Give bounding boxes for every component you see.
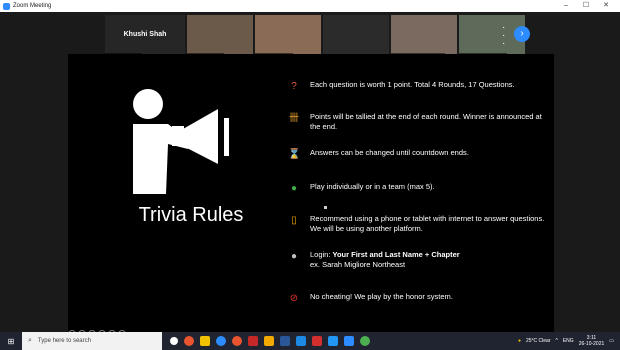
store-icon[interactable]	[328, 336, 338, 346]
question-icon: ?	[291, 81, 297, 92]
rule-item: ⊘ No cheating! We play by the honor syst…	[288, 292, 548, 305]
rule-text: Points will be tallied at the end of eac…	[310, 112, 542, 131]
windows-start-icon[interactable]: ⊞	[0, 332, 22, 350]
close-button[interactable]: ✕	[598, 0, 614, 12]
rule-item: 卌 Points will be tallied at the end of e…	[288, 112, 548, 132]
shared-screen: Trivia Rules ? Each question is worth 1 …	[68, 54, 554, 332]
meeting-area: Khushi Shah 🎤︎Khushi Shah 🎤︎James Baria …	[0, 12, 620, 338]
mouse-cursor	[324, 206, 327, 209]
slide-title: Trivia Rules	[138, 204, 244, 226]
rule-item: ● Login: Your First and Last Name + Chap…	[288, 250, 548, 270]
weather-icon: ●	[517, 338, 521, 344]
minimize-button[interactable]: –	[558, 0, 574, 12]
teams-icon[interactable]	[296, 336, 306, 346]
clock[interactable]: 3:11 26-10-2021	[579, 335, 605, 347]
chrome-icon[interactable]	[184, 336, 194, 346]
app-icon[interactable]	[248, 336, 258, 346]
windows-taskbar: ⊞ ⌕ Type here to search ● 25°C Clear ^ E…	[0, 332, 620, 350]
person-icon: ●	[290, 251, 298, 262]
rule-item: ▯ Recommend using a phone or tablet with…	[288, 214, 548, 234]
word-icon[interactable]	[280, 336, 290, 346]
title-bar: Zoom Meeting – ☐ ✕	[0, 0, 620, 12]
firefox-icon[interactable]	[232, 336, 242, 346]
chevron-up-icon[interactable]: ^	[555, 338, 557, 344]
maximize-button[interactable]: ☐	[578, 0, 594, 12]
rule-text: Each question is worth 1 point. Total 4 …	[310, 80, 515, 89]
phone-icon: ▯	[291, 215, 297, 226]
system-tray: ● 25°C Clear ^ ENG 3:11 26-10-2021 ▭	[518, 332, 620, 350]
weather-text: 25°C Clear	[525, 338, 551, 344]
taskbar-apps	[170, 336, 370, 346]
rule-item: ⌛ Answers can be changed until countdown…	[288, 148, 548, 161]
megaphone-person-icon	[133, 89, 229, 194]
sticky-notes-icon[interactable]	[264, 336, 274, 346]
rule-text: Play individually or in a team (max 5).	[310, 182, 435, 191]
search-icon: ⌕	[28, 337, 32, 344]
self-name: Khushi Shah	[123, 31, 167, 38]
rule-item: ● Play individually or in a team (max 5)…	[288, 182, 548, 195]
rule-text: Recommend using a phone or tablet with i…	[310, 214, 545, 233]
acrobat-icon[interactable]	[312, 336, 322, 346]
rule-item: ? Each question is worth 1 point. Total …	[288, 80, 548, 93]
file-explorer-icon[interactable]	[200, 336, 210, 346]
task-view-icon[interactable]	[170, 337, 178, 345]
more-options-icon[interactable]: · · ·	[502, 23, 505, 49]
no-icon: ⊘	[289, 293, 299, 304]
rule-text: Login: Your First and Last Name + Chapte…	[310, 250, 460, 269]
hourglass-icon: ⌛	[288, 149, 301, 160]
window-title: Zoom Meeting	[13, 3, 52, 9]
taskbar-search[interactable]: ⌕ Type here to search	[22, 332, 162, 350]
lang-indicator[interactable]: ENG	[563, 338, 574, 344]
rule-text: No cheating! We play by the honor system…	[310, 292, 453, 301]
rule-text: Answers can be changed until countdown e…	[310, 148, 469, 157]
zoom-logo-icon	[3, 2, 10, 10]
search-placeholder: Type here to search	[37, 338, 91, 344]
zoom-meeting-icon[interactable]	[344, 336, 354, 346]
app-icon[interactable]	[360, 336, 370, 346]
tally-icon: 卌	[289, 113, 299, 124]
zoom-app-icon[interactable]	[216, 336, 226, 346]
next-page-button[interactable]: ›	[514, 26, 530, 42]
brain-icon: ●	[290, 183, 298, 194]
notification-icon[interactable]: ▭	[609, 338, 614, 344]
